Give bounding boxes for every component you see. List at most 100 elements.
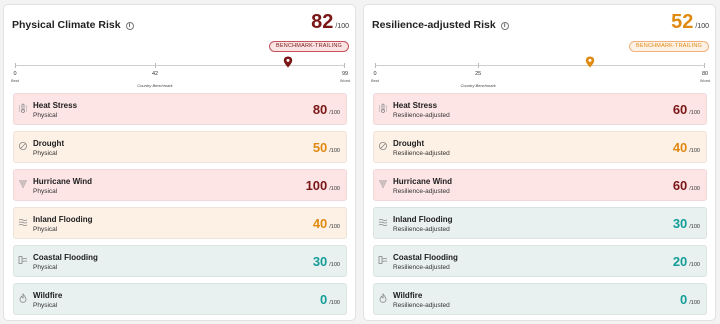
risk-card-score-suffix: /100 xyxy=(329,262,340,268)
risk-card-score-suffix: /100 xyxy=(689,300,700,306)
risk-card-score-suffix: /100 xyxy=(689,224,700,230)
physical-risk-panel: Physical Climate Risk i 82/100 BENCHMARK-… xyxy=(3,4,356,321)
risk-card-score: 60/100 xyxy=(673,101,700,119)
flood-waves-icon xyxy=(378,219,388,226)
risk-card-name: Coastal Flooding xyxy=(393,253,458,262)
scale-tick-benchmark xyxy=(478,63,480,68)
risk-card-score-value: 40 xyxy=(312,216,328,231)
benchmark-caption: Country Benchmark xyxy=(137,83,173,88)
panel-title: Resilience-adjusted Risk i xyxy=(372,19,509,31)
hurricane-icon xyxy=(19,180,27,188)
risk-card-score: 40/100 xyxy=(313,215,340,233)
scale-benchmark-label: 42 xyxy=(151,71,159,77)
risk-card-score-value: 40 xyxy=(672,140,688,155)
risk-card-name: Drought xyxy=(33,139,65,148)
overall-score-value: 52 xyxy=(671,11,694,33)
panel-title-text: Resilience-adjusted Risk xyxy=(372,19,496,31)
scale-min-label: 0 xyxy=(373,71,377,77)
risk-card-score: 30/100 xyxy=(313,253,340,271)
panel-title-text: Physical Climate Risk xyxy=(12,19,121,31)
risk-card-name: Inland Flooding xyxy=(33,215,93,224)
thermometer-icon xyxy=(19,103,27,113)
risk-card-list: Heat Stress Resilience-adjusted 60/100 Drou… xyxy=(373,93,707,321)
risk-card-score-value: 30 xyxy=(312,254,328,269)
risk-card-subtitle: Resilience-adjusted xyxy=(393,150,450,157)
benchmark-status-badge: BENCHMARK-TRAILING xyxy=(629,41,709,52)
risk-card[interactable]: Drought Physical 50/100 xyxy=(13,131,347,163)
risk-card-score-value: 0 xyxy=(680,292,688,307)
scale-benchmark-label: 25 xyxy=(475,71,482,77)
risk-card-subtitle: Physical xyxy=(33,302,58,309)
risk-card-score: 40/100 xyxy=(673,139,700,157)
risk-card-name: Wildfire xyxy=(393,291,423,300)
drought-icon xyxy=(19,142,27,150)
scale-best-label: Best xyxy=(370,78,380,83)
overall-score: 52/100 xyxy=(671,11,709,34)
risk-card-score-value: 50 xyxy=(312,140,328,155)
risk-card-score-value: 0 xyxy=(320,292,328,307)
risk-card-name: Heat Stress xyxy=(33,101,78,110)
coastal-flood-icon xyxy=(378,256,388,264)
risk-card-subtitle: Resilience-adjusted xyxy=(393,302,450,309)
risk-card[interactable]: Coastal Flooding Resilience-adjusted 20/10… xyxy=(373,245,707,277)
drought-icon xyxy=(379,142,387,150)
overall-score: 82/100 xyxy=(311,11,349,34)
risk-card-score: 100/100 xyxy=(306,177,340,195)
risk-card-score-value: 60 xyxy=(672,102,688,117)
flame-icon xyxy=(379,293,387,303)
risk-card-score-suffix: /100 xyxy=(329,224,340,230)
scale-tick-min xyxy=(375,63,376,68)
risk-card-score-suffix: /100 xyxy=(689,110,700,116)
info-icon[interactable]: i xyxy=(500,22,509,30)
benchmark-scale: 0 42 99 Best Worst Country Benchmark xyxy=(11,56,350,89)
risk-card-score-value: 80 xyxy=(312,102,328,117)
risk-card-score: 60/100 xyxy=(673,177,700,195)
risk-card-subtitle: Physical xyxy=(33,150,58,157)
risk-card-score: 20/100 xyxy=(673,253,700,271)
flood-waves-icon xyxy=(18,219,28,226)
risk-card[interactable]: Drought Resilience-adjusted 40/100 xyxy=(373,131,707,163)
risk-card-score-value: 60 xyxy=(672,178,688,193)
risk-card-name: Hurricane Wind xyxy=(33,177,93,186)
risk-card-score: 0/100 xyxy=(680,291,700,309)
risk-card-subtitle: Resilience-adjusted xyxy=(393,226,450,233)
overall-score-suffix: /100 xyxy=(335,23,349,30)
risk-card[interactable]: Inland Flooding Resilience-adjusted 30/100 xyxy=(373,207,707,239)
thermometer-icon xyxy=(379,103,387,113)
scale-max-label: 80 xyxy=(701,71,709,77)
risk-card-score-suffix: /100 xyxy=(329,110,340,116)
benchmark-status-badge: BENCHMARK-TRAILING xyxy=(269,41,349,52)
risk-card-name: Coastal Flooding xyxy=(33,253,98,262)
risk-card[interactable]: Coastal Flooding Physical 30/100 xyxy=(13,245,347,277)
scale-tick-benchmark xyxy=(155,63,156,68)
overall-score-value: 82 xyxy=(311,11,334,33)
risk-card[interactable]: Wildfire Resilience-adjusted 0/100 xyxy=(373,283,707,315)
risk-card-subtitle: Physical xyxy=(33,112,58,119)
scale-min-label: 0 xyxy=(13,71,17,77)
benchmark-scale: 0 25 80 Best Worst Country Benchmark xyxy=(371,56,710,89)
hurricane-icon xyxy=(379,180,387,188)
scale-best-label: Best xyxy=(10,78,20,83)
score-marker-pin-icon xyxy=(585,56,594,68)
risk-card-score: 80/100 xyxy=(313,101,340,119)
scale-max-label: 99 xyxy=(341,71,349,77)
risk-card[interactable]: Heat Stress Physical 80/100 xyxy=(13,93,347,125)
overall-score-suffix: /100 xyxy=(695,23,709,30)
risk-card-score-value: 20 xyxy=(672,254,688,269)
risk-card-subtitle: Physical xyxy=(33,264,58,271)
risk-card[interactable]: Inland Flooding Physical 40/100 xyxy=(13,207,347,239)
coastal-flood-icon xyxy=(18,256,28,264)
risk-card-score-suffix: /100 xyxy=(689,262,700,268)
risk-card[interactable]: Heat Stress Resilience-adjusted 60/100 xyxy=(373,93,707,125)
risk-card-score: 30/100 xyxy=(673,215,700,233)
risk-card-score-value: 100 xyxy=(305,178,328,193)
risk-card[interactable]: Wildfire Physical 0/100 xyxy=(13,283,347,315)
risk-card[interactable]: Hurricane Wind Resilience-adjusted 60/100 xyxy=(373,169,707,201)
risk-card-subtitle: Physical xyxy=(33,226,58,233)
resilience-adjusted-panel: Resilience-adjusted Risk i 52/100 BENCHMA… xyxy=(363,4,716,321)
risk-card-subtitle: Resilience-adjusted xyxy=(393,112,450,119)
info-icon[interactable]: i xyxy=(125,22,134,30)
risk-card[interactable]: Hurricane Wind Physical 100/100 xyxy=(13,169,347,201)
risk-card-score-value: 30 xyxy=(672,216,688,231)
risk-card-score-suffix: /100 xyxy=(689,148,700,154)
